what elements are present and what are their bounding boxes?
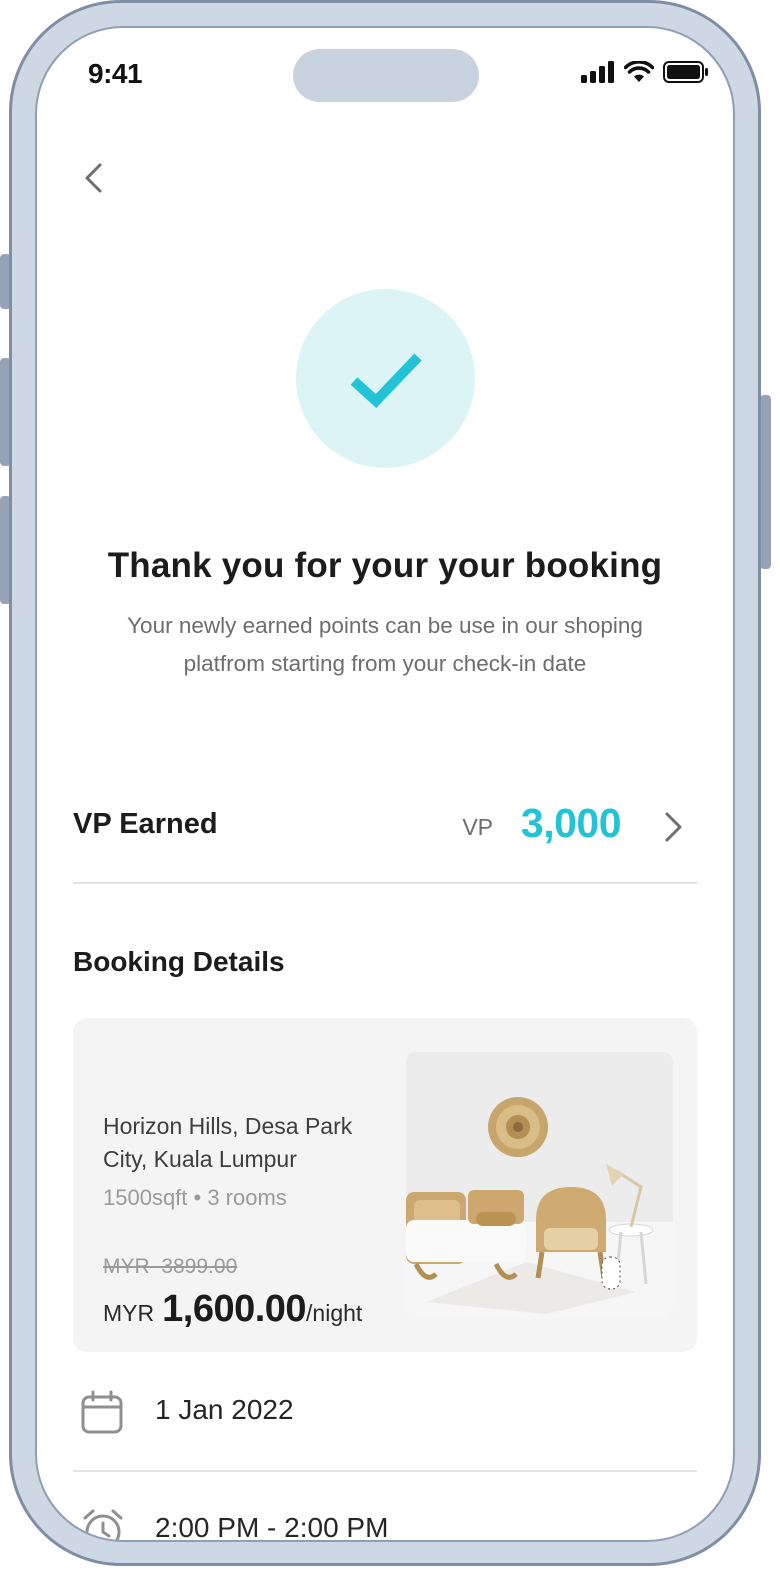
property-address: Horizon Hills, Desa Park City, Kuala Lum… bbox=[103, 1113, 353, 1172]
divider bbox=[73, 1470, 697, 1472]
divider bbox=[73, 882, 697, 884]
back-button[interactable] bbox=[77, 160, 113, 196]
wifi-icon bbox=[624, 61, 654, 82]
status-time: 9:41 bbox=[88, 58, 143, 89]
chevron-left-icon bbox=[85, 163, 102, 193]
booking-date: 1 Jan 2022 bbox=[155, 1394, 294, 1425]
vp-earned-row[interactable]: VP Earned VP 3,000 bbox=[73, 792, 697, 882]
phone-screen: 9:41 Thank you for your your booking You… bbox=[37, 28, 733, 1540]
checkmark-icon bbox=[350, 353, 422, 408]
property-photo[interactable] bbox=[406, 1052, 673, 1319]
battery-icon bbox=[663, 61, 708, 83]
booking-card[interactable]: Horizon Hills, Desa Park City, Kuala Lum… bbox=[73, 1018, 697, 1352]
vp-earned-label: VP Earned bbox=[73, 808, 218, 840]
cellular-signal-icon bbox=[581, 61, 614, 83]
chevron-right-icon bbox=[665, 812, 682, 842]
price-currency: MYR bbox=[103, 1300, 155, 1326]
booking-time-row: 2:00 PM - 2:00 PM bbox=[73, 1490, 697, 1540]
calendar-icon bbox=[81, 1390, 123, 1434]
original-price: MYR 3899.00 bbox=[103, 1255, 238, 1278]
confirmation-title: Thank you for your your booking bbox=[107, 546, 663, 585]
alarm-clock-icon bbox=[83, 1509, 123, 1540]
price-amount: 1,600.00 bbox=[162, 1288, 307, 1330]
power-button bbox=[760, 395, 771, 569]
vp-unit: VP bbox=[462, 814, 493, 840]
dynamic-island bbox=[293, 49, 479, 102]
nightly-price: MYR 1,600.00 /night bbox=[103, 1288, 362, 1331]
success-badge bbox=[296, 289, 475, 468]
property-meta: 1500sqft • 3 rooms bbox=[103, 1185, 287, 1210]
vp-earned-value: 3,000 bbox=[520, 800, 622, 846]
price-unit: /night bbox=[306, 1300, 363, 1326]
booking-date-row: 1 Jan 2022 bbox=[73, 1372, 697, 1452]
booking-details-heading: Booking Details bbox=[73, 946, 285, 977]
confirmation-subtitle: Your newly earned points can be use in o… bbox=[127, 613, 643, 676]
living-room-image bbox=[406, 1052, 673, 1319]
booking-time: 2:00 PM - 2:00 PM bbox=[155, 1512, 389, 1540]
status-icons bbox=[581, 61, 709, 83]
